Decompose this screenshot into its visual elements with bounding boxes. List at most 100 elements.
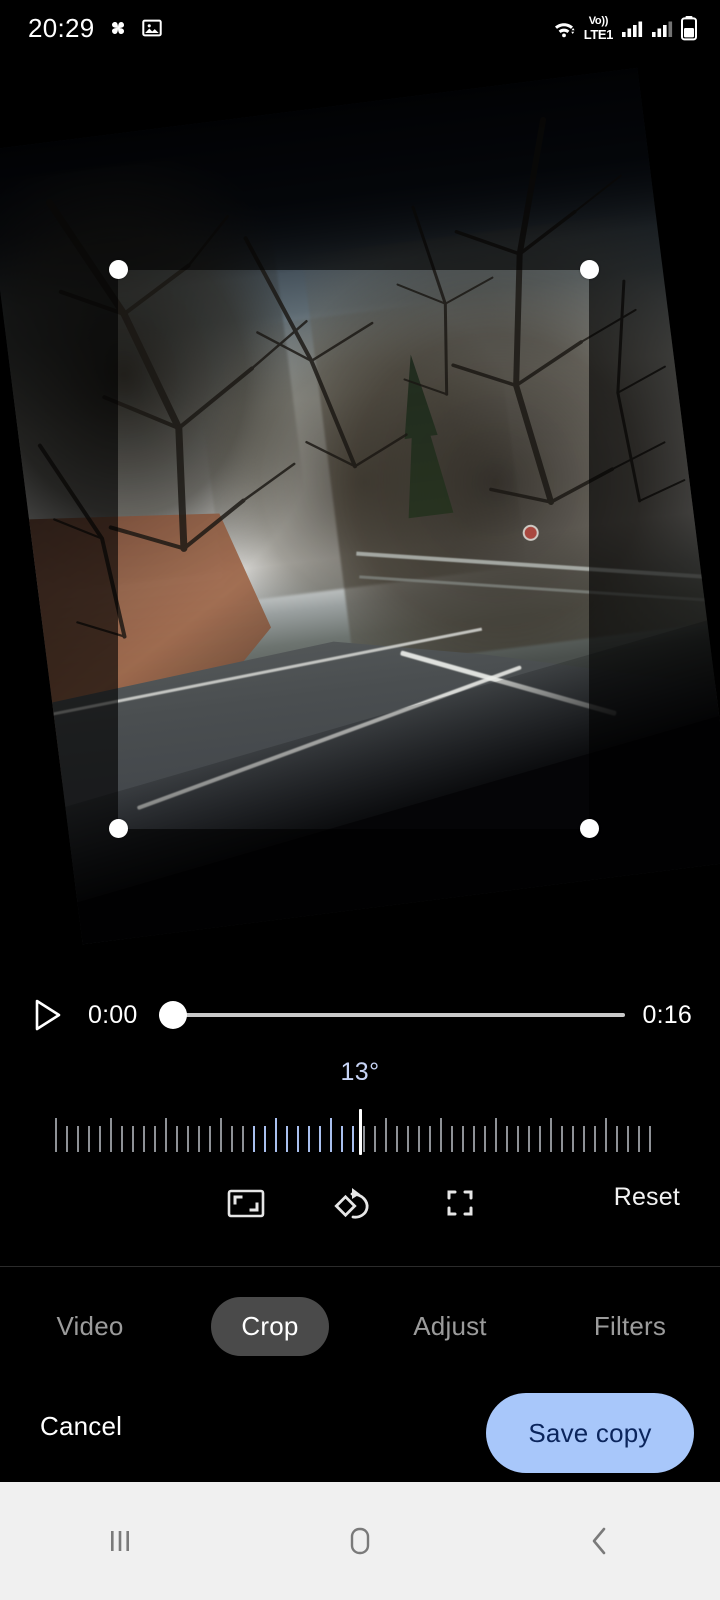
- rotation-tick: [121, 1126, 123, 1152]
- rotated-video-frame: [0, 67, 720, 945]
- perspective-button[interactable]: [436, 1179, 484, 1227]
- rotation-tick: [473, 1126, 475, 1152]
- rotate-icon: [334, 1188, 369, 1219]
- tab-video-label: Video: [56, 1310, 124, 1341]
- rotation-tick: [187, 1126, 189, 1152]
- rotation-value-label: 13°: [340, 1058, 380, 1086]
- crop-handle-bottom-right[interactable]: [580, 819, 599, 838]
- rotation-tick: [308, 1126, 310, 1152]
- back-button[interactable]: [540, 1506, 660, 1576]
- rotation-tick: [396, 1126, 398, 1152]
- rotation-tick: [286, 1126, 288, 1152]
- android-nav-bar: [0, 1482, 720, 1600]
- video-editor-screen: 20:29 Vo)) LTE1 0:00 0:16 13° Reset Vide…: [0, 0, 720, 1600]
- play-button[interactable]: [28, 995, 68, 1035]
- crop-handle-top-right[interactable]: [580, 260, 599, 279]
- rotation-tick: [418, 1126, 420, 1152]
- crop-canvas[interactable]: [0, 56, 720, 956]
- back-icon: [592, 1527, 606, 1555]
- tab-crop-label: Crop: [211, 1296, 329, 1356]
- rotation-tick: [341, 1126, 343, 1152]
- rotation-tick: [407, 1126, 409, 1152]
- rotation-tick: [88, 1126, 90, 1152]
- transform-tool-row: Reset: [0, 1165, 720, 1240]
- rotation-tick: [462, 1126, 464, 1152]
- battery-icon: [680, 15, 698, 41]
- save-copy-button[interactable]: Save copy: [486, 1393, 694, 1473]
- rotation-tick: [583, 1126, 585, 1152]
- tab-crop[interactable]: Crop: [180, 1296, 360, 1356]
- signal-bars-icon: [620, 17, 644, 39]
- rotation-dial[interactable]: 13°: [0, 1050, 720, 1155]
- rotation-tick: [198, 1126, 200, 1152]
- rotation-tick: [66, 1126, 68, 1152]
- status-bar-right: Vo)) LTE1: [551, 15, 698, 41]
- total-time-label: 0:16: [642, 1000, 692, 1029]
- seek-bar[interactable]: [159, 995, 625, 1035]
- rotation-tick: [297, 1126, 299, 1152]
- rotation-tick: [539, 1126, 541, 1152]
- play-triangle-icon: [35, 999, 61, 1031]
- tab-filters[interactable]: Filters: [540, 1297, 720, 1356]
- action-bar: Cancel Save copy: [0, 1385, 720, 1481]
- rotation-tick: [220, 1118, 222, 1152]
- rotation-tick: [77, 1126, 79, 1152]
- tab-adjust[interactable]: Adjust: [360, 1297, 540, 1356]
- rotate-button[interactable]: [328, 1179, 376, 1227]
- rotation-tick: [253, 1126, 255, 1152]
- wifi-icon: [551, 16, 577, 40]
- tab-adjust-label: Adjust: [413, 1310, 487, 1341]
- aspect-ratio-icon: [227, 1189, 265, 1218]
- volte-label-bottom: LTE1: [583, 26, 614, 42]
- rotation-tick: [110, 1118, 112, 1152]
- cancel-button[interactable]: Cancel: [40, 1411, 122, 1442]
- tab-filters-label: Filters: [593, 1310, 667, 1341]
- status-bar: 20:29 Vo)) LTE1: [0, 0, 720, 56]
- crop-handle-top-left[interactable]: [109, 260, 128, 279]
- rotation-tick: [561, 1126, 563, 1152]
- rotation-needle: [359, 1109, 362, 1155]
- aspect-ratio-button[interactable]: [222, 1179, 270, 1227]
- rotation-tick: [275, 1118, 277, 1152]
- rotation-tick: [429, 1126, 431, 1152]
- rotation-tick: [231, 1126, 233, 1152]
- rotation-tick: [528, 1126, 530, 1152]
- rotation-tick: [594, 1126, 596, 1152]
- rotation-tick: [143, 1126, 145, 1152]
- rotation-tick: [451, 1126, 453, 1152]
- rotation-tick: [55, 1118, 57, 1152]
- seek-track[interactable]: [173, 1013, 625, 1017]
- rotation-tick: [627, 1126, 629, 1152]
- rotation-tick: [209, 1126, 211, 1152]
- signal-bars-2-icon: [650, 17, 674, 39]
- rotation-tick: [484, 1126, 486, 1152]
- rotation-tick: [176, 1126, 178, 1152]
- rotation-tick: [616, 1126, 618, 1152]
- volte-label-top: Vo)): [588, 14, 609, 27]
- seek-thumb[interactable]: [159, 1001, 188, 1029]
- current-time-label: 0:00: [88, 1000, 138, 1029]
- rotation-tick: [132, 1126, 134, 1152]
- rotation-tick: [517, 1126, 519, 1152]
- perspective-icon: [447, 1190, 473, 1216]
- status-bar-clock: 20:29: [28, 12, 95, 43]
- video-frame-image: [0, 67, 720, 945]
- rotation-tick: [154, 1126, 156, 1152]
- rotation-tick: [506, 1126, 508, 1152]
- tab-video[interactable]: Video: [0, 1297, 180, 1356]
- crop-handle-bottom-left[interactable]: [109, 819, 128, 838]
- rotation-tick: [550, 1118, 552, 1152]
- rotation-tick: [330, 1118, 332, 1152]
- home-button[interactable]: [300, 1506, 420, 1576]
- rotation-tick: [374, 1126, 376, 1152]
- pinwheel-icon: [106, 16, 130, 40]
- recents-button[interactable]: [60, 1506, 180, 1576]
- volte-icon: Vo)) LTE1: [583, 14, 614, 42]
- editor-tabs: Video Crop Adjust Filters: [0, 1267, 720, 1385]
- reset-button[interactable]: Reset: [614, 1183, 680, 1212]
- rotation-tick: [572, 1126, 574, 1152]
- rotation-tick: [638, 1126, 640, 1152]
- rotation-tick: [385, 1118, 387, 1152]
- home-icon: [350, 1527, 370, 1555]
- status-bar-left: 20:29: [28, 13, 163, 44]
